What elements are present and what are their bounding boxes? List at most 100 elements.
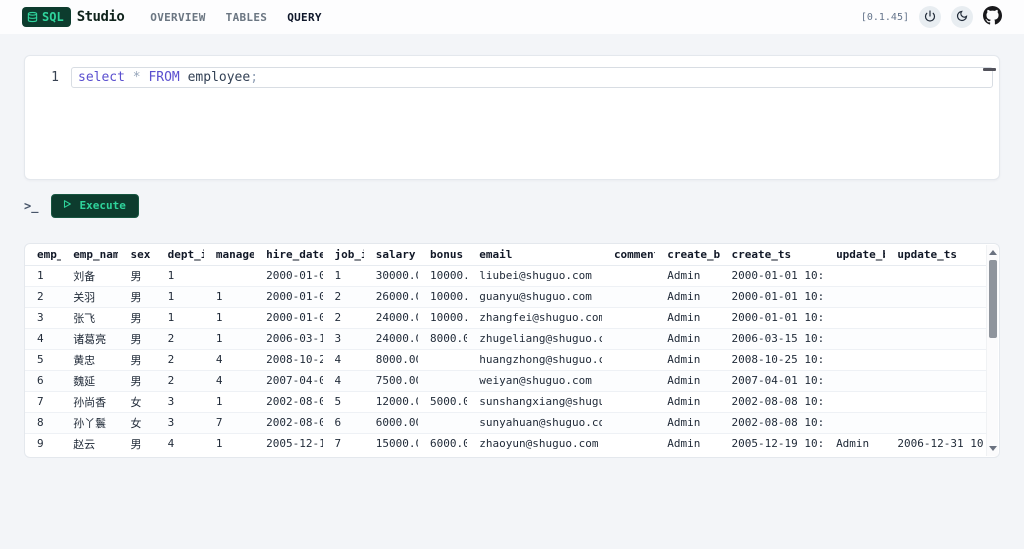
table-cell [418,349,468,371]
table-cell: 2 [25,286,62,308]
table-cell [824,286,886,308]
table-cell: 2007-04-01 [254,370,323,392]
table-cell [601,412,656,434]
table-cell: 10000.00 [418,286,468,308]
line-number: 1 [51,70,59,85]
table-cell [418,370,468,392]
main-nav: OVERVIEW TABLES QUERY [150,11,322,24]
nav-tables[interactable]: TABLES [226,11,268,24]
table-cell: 2000-01-01 [254,286,323,308]
table-cell: 张飞 [61,307,119,329]
table-cell: 5 [322,391,364,413]
table-cell: 2000-01-01 10:00:00 [719,286,825,308]
table-cell [824,370,886,392]
table-cell: Admin [655,265,720,287]
table-cell: 刘备 [61,265,119,287]
table-cell: 孙尚香 [61,391,119,413]
table-cell: 孙丫鬟 [61,412,119,434]
table-row: 5黄忠男242008-10-2548000.00huangzhong@shugu… [25,349,986,371]
table-cell [601,307,656,329]
top-bar-right: [0.1.45] [861,5,1002,29]
table-cell: 7 [334,437,342,451]
table-cell: 8000.00 [418,328,468,350]
table-cell: 2 [322,307,364,329]
table-cell: Admin [655,391,720,413]
editor-active-line[interactable]: select * FROM employee; [71,67,993,88]
app-logo[interactable]: SQL Studio [22,7,125,27]
table-cell: 诸葛亮 [61,328,119,350]
table-cell: 15000.00 [375,437,418,451]
table-cell [601,370,656,392]
column-header-job_id: job_id [322,244,364,266]
table-cell: 6 [322,412,364,434]
execute-button[interactable]: Execute [51,194,139,218]
scroll-down-icon[interactable] [988,446,997,451]
table-cell: 1 [155,286,204,308]
table-cell: 2002-08-08 [254,391,323,413]
sql-token-keyword: select [78,70,133,85]
table-cell: 4 [203,370,255,392]
table-cell: 2006-03-15 10:00:00 [719,328,825,350]
table-cell: 2005-12-19 [266,437,322,451]
table-cell: 2006-12-31 10:00:00 [897,437,986,451]
table-cell: liubei@shuguo.com [467,265,602,287]
table-cell: 2002-08-08 10:00:00 [719,391,825,413]
table-cell [601,286,656,308]
moon-icon [956,10,968,25]
header-row: emp_idemp_namesexdept_idmanagerhire_date… [25,244,986,266]
sql-editor[interactable]: 1 select * FROM employee; [24,55,1000,180]
app-title: Studio [76,9,125,25]
editor-scrollbar-thumb[interactable] [983,68,996,71]
table-cell: 9 [37,437,44,451]
nav-query[interactable]: QUERY [287,11,322,24]
table-cell [824,349,886,371]
table-cell: 2000-01-01 10:00:00 [719,265,825,287]
nav-overview[interactable]: OVERVIEW [150,11,205,24]
table-cell: zhaoyun@shuguo.com [479,437,599,451]
play-icon [62,199,72,212]
table-cell: huangzhong@shuguo.com [467,349,602,371]
table-cell: 2006-03-15 [254,328,323,350]
table-cell: 3 [322,328,364,350]
table-cell: 7 [203,412,255,434]
table-cell: 3 [155,391,204,413]
table-cell: 2000-01-01 [254,265,323,287]
table-cell: 2008-10-25 10:00:00 [719,349,825,371]
power-button[interactable] [919,6,941,28]
table-cell: 30000.00 [363,265,418,287]
table-scrollbar[interactable] [986,245,998,456]
table-cell: 魏延 [61,370,119,392]
column-header-create_by: create_by [655,244,720,266]
table-cell: 女 [118,391,156,413]
table-cell [885,265,986,287]
table-cell: 1 [25,265,62,287]
theme-toggle-button[interactable] [951,6,973,28]
table-cell [601,349,656,371]
github-link[interactable] [983,5,1002,29]
table-cell: 7500.00 [363,370,418,392]
table-cell: weiyan@shuguo.com [467,370,602,392]
logo-label: SQL [42,10,64,24]
table-cell: Admin [655,307,720,329]
table-cell: 2005-12-19 10:00:00 [731,437,825,451]
table-cell: 24000.00 [363,307,418,329]
table-cell: 4 [25,328,62,350]
table-row: 8孙丫鬟女372002-08-0866000.00 sunyahuan@shugu… [25,412,986,434]
terminal-prompt-icon: >_ [24,199,39,213]
table-cell: 10000.00 [418,307,468,329]
table-row: 7孙尚香女312002-08-08512000.005000.00sunshan… [25,391,986,413]
scroll-up-icon[interactable] [988,250,997,255]
table-cell: Admin [655,286,720,308]
column-header-manager: manager [203,244,255,266]
sql-token-operator: * [132,70,149,85]
table-cell: 5000.00 [418,391,468,413]
table-cell: sunshangxiang@shuguo.com [467,391,602,413]
table-cell: 5 [25,349,62,371]
table-cell: 8 [25,412,62,434]
table-cell [824,307,886,329]
table-scrollbar-thumb[interactable] [988,260,997,338]
table-cell: 7 [25,391,62,413]
sql-token-identifier: employee [179,70,251,85]
column-header-salary: salary [363,244,418,266]
sql-token-keyword: FROM [148,70,180,85]
